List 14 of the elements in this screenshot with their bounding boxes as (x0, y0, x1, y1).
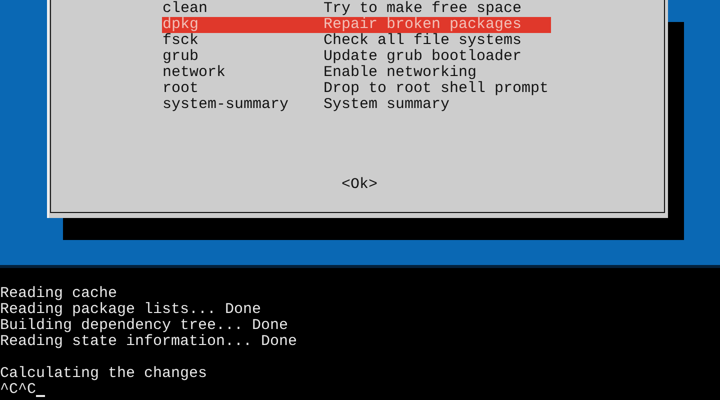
terminal-line: Reading package lists... Done (0, 302, 262, 318)
terminal-line: Reading cache (0, 286, 118, 302)
terminal-line: Building dependency tree... Done (0, 318, 290, 334)
terminal-line: Reading state information... Done (0, 334, 298, 350)
cursor-icon (36, 395, 46, 397)
terminal-line: Calculating the changes (0, 366, 208, 382)
menu-item[interactable]: grub Update grub bootloader (162, 49, 550, 65)
menu-item[interactable]: network Enable networking (162, 65, 550, 81)
terminal-line: ^C^C (0, 382, 36, 398)
ok-button[interactable]: <Ok> (341, 177, 378, 193)
menu-item[interactable]: clean Try to make free space (162, 1, 550, 17)
menu-item[interactable]: root Drop to root shell prompt (162, 81, 550, 97)
menu-item[interactable]: fsck Check all file systems (162, 33, 550, 49)
menu-item[interactable]: system-summary System summary (162, 97, 550, 113)
